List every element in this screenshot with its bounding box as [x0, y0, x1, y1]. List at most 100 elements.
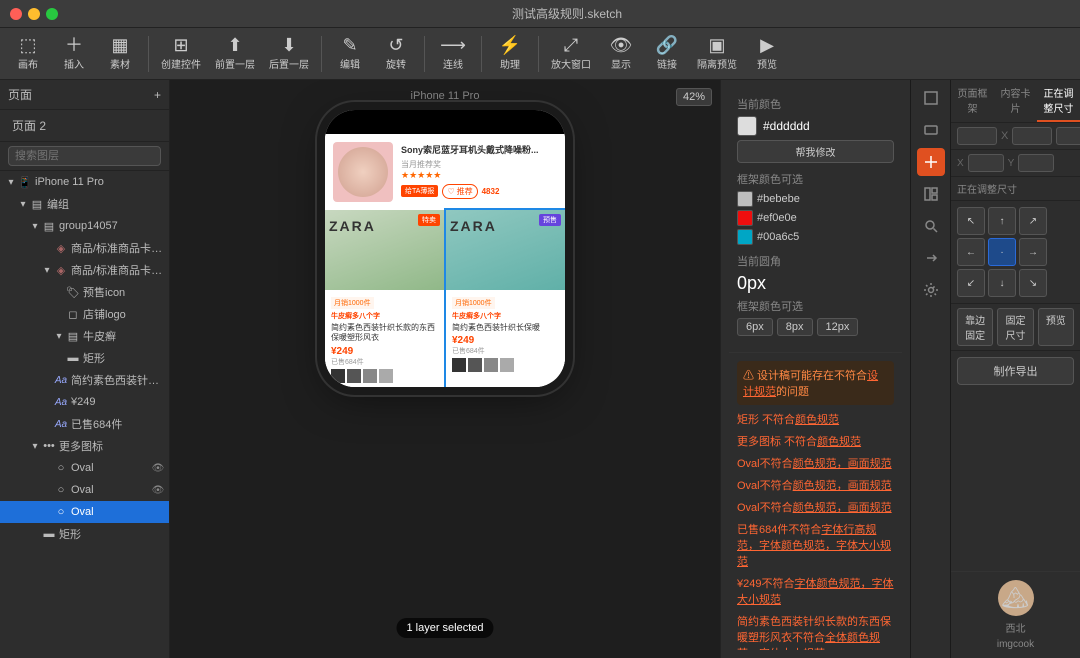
width-input[interactable]: 316	[957, 127, 997, 145]
layer-group14057[interactable]: ▾ ▤ group14057	[0, 215, 169, 237]
layer-oval3-selected[interactable]: ○ Oval	[0, 501, 169, 523]
toolbar-back[interactable]: ⬇ 后置一层	[263, 32, 315, 76]
product-actions: 给TA薄报 ♡ 推荐 4832	[401, 184, 557, 199]
layer-shoplogo[interactable]: ◻ 店铺logo	[0, 303, 169, 325]
constraint-mr[interactable]: →	[1019, 238, 1047, 266]
toolbar-rotate[interactable]: ↺ 旋转	[374, 32, 418, 76]
constraint-tl[interactable]: ↖	[957, 207, 985, 235]
prop-tab-page[interactable]: 页面框架	[951, 80, 994, 122]
font-spec-link-5[interactable]: 字体行高规范，字体颜色规范，字体大小规范	[737, 524, 891, 568]
toolbar-link[interactable]: 🔗 链接	[645, 32, 689, 76]
resize-constraint-btn[interactable]	[917, 148, 945, 176]
constraint-bl[interactable]: ↙	[957, 269, 985, 297]
inspection-wrapper: 当前颜色 #dddddd 帮我修改 框架颜色可选 #bebebe	[729, 88, 902, 650]
recommend-btn[interactable]: ♡ 推荐	[442, 184, 477, 199]
settings-btn[interactable]	[917, 276, 945, 304]
layer-oval1[interactable]: ○ Oval 👁	[0, 457, 169, 479]
toolbar-display[interactable]: 👁 显示	[599, 32, 643, 76]
rotation-input[interactable]: 0	[1056, 127, 1080, 145]
toolbar-edit[interactable]: ✎ 编辑	[328, 32, 372, 76]
fixed-size-btn[interactable]: 固定尺寸	[997, 308, 1033, 346]
layer-yusale[interactable]: 🏷 预售icon	[0, 281, 169, 303]
proxy-btn[interactable]	[917, 244, 945, 272]
radius-opt-1[interactable]: 8px	[777, 318, 813, 336]
proxy-icon	[923, 250, 939, 266]
font-spec-link-6[interactable]: 字体颜色规范，字体大小规范	[737, 578, 893, 606]
color-spec-link-0[interactable]: 颜色规范	[795, 414, 839, 426]
layer-juxing1[interactable]: ▬ 矩形	[0, 347, 169, 369]
color-spec-link-1[interactable]: 颜色规范	[817, 436, 861, 448]
layer-price[interactable]: Aa ¥249	[0, 391, 169, 413]
toolbar-assets[interactable]: ▦ 素材	[98, 32, 142, 76]
resize-fixed-btn[interactable]: 靠边固定	[957, 308, 993, 346]
color-spec-link-2[interactable]: 颜色规范，画面规范	[793, 458, 892, 470]
card-badge-2: 预售	[539, 214, 561, 226]
pages-title: 页面	[8, 86, 32, 103]
component-icon: ◈	[54, 242, 68, 255]
search-spec-btn[interactable]	[917, 212, 945, 240]
y-input[interactable]: 6	[1018, 154, 1054, 172]
layout-btn[interactable]	[917, 180, 945, 208]
layer-sold[interactable]: Aa 已售684件	[0, 413, 169, 435]
layer-niupi[interactable]: ▾ ▤ 牛皮癣	[0, 325, 169, 347]
product-info: Sony索尼蓝牙耳机头戴式降噪粉... 当月推荐奖 ★★★★★ 给TA薄报 ♡ …	[401, 145, 557, 199]
rect-icon: ▬	[66, 352, 80, 364]
toolbar-front[interactable]: ⬆ 前置一层	[209, 32, 261, 76]
toolbar-connect[interactable]: ⟶ 连线	[431, 32, 475, 76]
product-card-1[interactable]: ZARA 特卖 月销1000件 牛皮癣多八个字 简约素色西装针织长款的东西保暖塑…	[325, 210, 444, 387]
toolbar-assistant[interactable]: ⚡ 助理	[488, 32, 532, 76]
toolbar-zoom-window[interactable]: ⤢ 放大窗口	[545, 32, 597, 76]
content-card-btn[interactable]	[917, 116, 945, 144]
radius-opt-2[interactable]: 12px	[817, 318, 859, 336]
layer-moretag[interactable]: ▾ ••• 更多图标	[0, 435, 169, 457]
x-input[interactable]: 6	[968, 154, 1004, 172]
page-frame-btn[interactable]	[917, 84, 945, 112]
height-input[interactable]: 774	[1012, 127, 1052, 145]
constraint-tr[interactable]: ↗	[1019, 207, 1047, 235]
prop-tab-resize[interactable]: 正在调整尺寸	[1037, 80, 1080, 122]
content-card-icon	[923, 122, 939, 138]
design-spec-link[interactable]: 设计规范	[743, 370, 878, 398]
alt-color-row-0[interactable]: #bebebe	[737, 191, 894, 207]
radius-opt-0[interactable]: 6px	[737, 318, 773, 336]
minimize-button[interactable]	[28, 8, 40, 20]
ta-report-btn[interactable]: 给TA薄报	[401, 185, 438, 197]
toolbar-create-widget[interactable]: ⊞ 创建控件	[155, 32, 207, 76]
constraint-br[interactable]: ↘	[1019, 269, 1047, 297]
alt-color-row-1[interactable]: #ef0e0e	[737, 210, 894, 226]
prop-tab-content[interactable]: 内容卡片	[994, 80, 1037, 122]
constraint-tc[interactable]: ↑	[988, 207, 1016, 235]
constraint-ml[interactable]: ←	[957, 238, 985, 266]
layer-product1[interactable]: ◈ 商品/标准商品卡片范例/竖卡/...	[0, 237, 169, 259]
close-button[interactable]	[10, 8, 22, 20]
add-page-button[interactable]: +	[154, 88, 161, 102]
toolbar-preview[interactable]: ▶ 预览	[745, 32, 789, 76]
toolbar-insert[interactable]: ＋ 插入	[52, 32, 96, 76]
layer-juxing2[interactable]: ▬ 矩形	[0, 523, 169, 545]
constraint-bc[interactable]: ↓	[988, 269, 1016, 297]
constraint-mc[interactable]: ·	[988, 238, 1016, 266]
page-item-2[interactable]: 页面 2	[8, 114, 161, 137]
color-spec-link-4[interactable]: 颜色规范，画面规范	[793, 502, 892, 514]
layer-text1[interactable]: Aa 简约素色西装针织长款的东...	[0, 369, 169, 391]
toolbar-isolate[interactable]: ▣ 隔离预览	[691, 32, 743, 76]
layer-oval2[interactable]: ○ Oval 👁	[0, 479, 169, 501]
canvas-area[interactable]: 42% iPhone 11 Pro Sony索尼蓝牙耳机头戴式降噪粉... 当月…	[170, 80, 720, 658]
fix-color-button[interactable]: 帮我修改	[737, 140, 894, 163]
canvas-icon: ⬚	[19, 36, 36, 54]
export-button[interactable]: 制作导出	[957, 357, 1074, 385]
maximize-button[interactable]	[46, 8, 58, 20]
radius-options: 6px 8px 12px	[737, 318, 894, 336]
current-color-swatch	[737, 116, 757, 136]
layer-product2[interactable]: ▾ ◈ 商品/标准商品卡片范例/竖卡/...	[0, 259, 169, 281]
search-input[interactable]	[8, 146, 161, 166]
layer-iphone11pro[interactable]: ▾ 📱 iPhone 11 Pro	[0, 171, 169, 193]
color-spec-link-3[interactable]: 颜色规范，画面规范	[793, 480, 892, 492]
alt-color-row-2[interactable]: #00a6c5	[737, 229, 894, 245]
font-spec-link-7[interactable]: 全体颜色规范，字体大小规范	[737, 632, 880, 650]
layer-bianzu[interactable]: ▾ ▤ 编组	[0, 193, 169, 215]
toolbar-canvas[interactable]: ⬚ 画布	[6, 32, 50, 76]
product-card-2[interactable]: ZARA 预售 月销1000件 牛皮癣多八个字 简约素色西装针织长保暖 ¥249…	[446, 210, 565, 387]
display-icon: 👁	[610, 36, 633, 54]
preview-btn[interactable]: 预览	[1038, 308, 1074, 346]
